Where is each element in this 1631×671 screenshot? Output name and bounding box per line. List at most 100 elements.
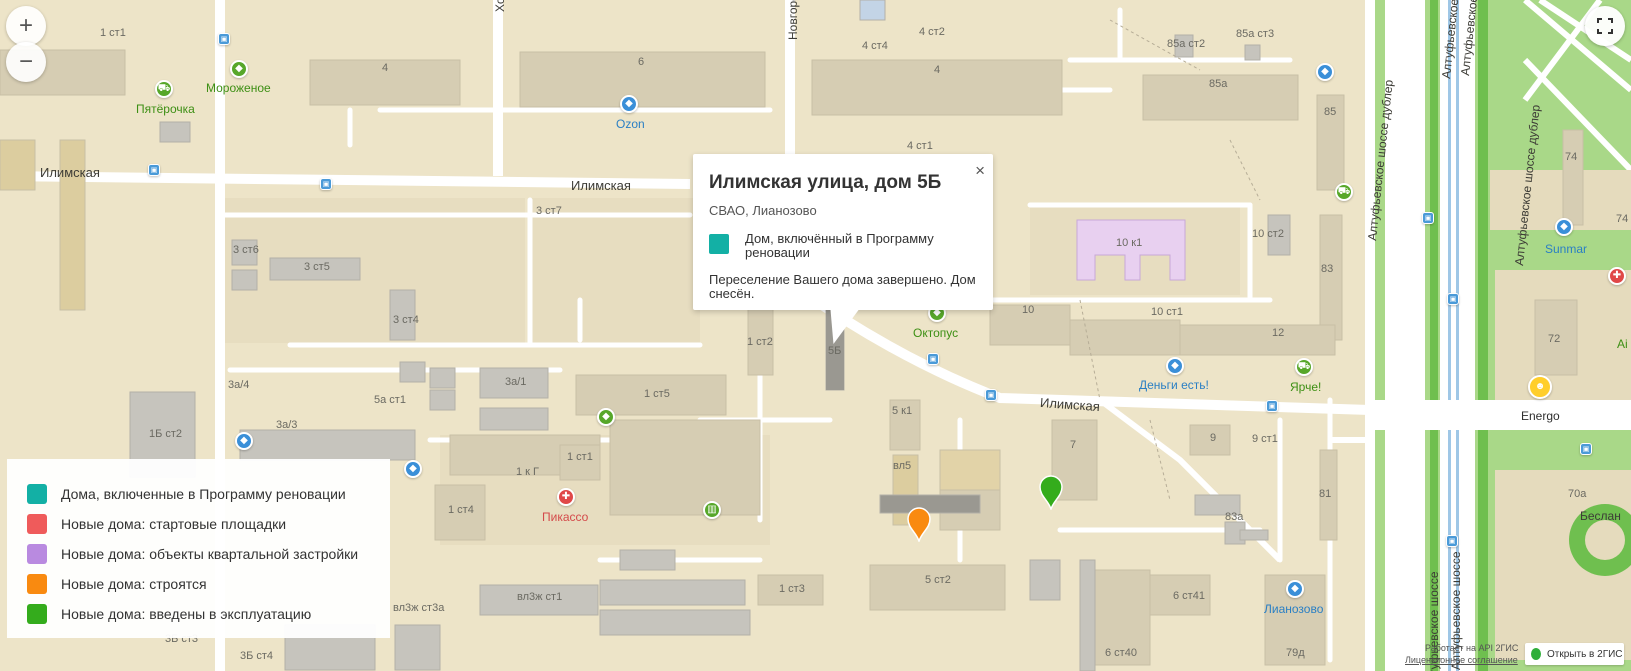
poi-label-oktopus[interactable]: Октопус bbox=[913, 327, 958, 339]
bldg-label: 10 к1 bbox=[1116, 237, 1143, 249]
legend-item-start-sites: Новые дома: стартовые площадки bbox=[27, 509, 390, 539]
bldg-label: 5 ст2 bbox=[925, 574, 951, 586]
bldg-label: 5Б bbox=[828, 345, 842, 357]
bldg-label: 3 ст5 bbox=[304, 261, 330, 273]
legend-item-block-development: Новые дома: объекты квартальной застройк… bbox=[27, 539, 390, 569]
building-info-popup: × Илимская улица, дом 5Б СВАО, Лианозово… bbox=[693, 154, 993, 310]
diamond-icon[interactable]: ◆ bbox=[1166, 357, 1184, 375]
diamond-icon[interactable]: ◆ bbox=[1555, 218, 1573, 236]
bus-stop-icon[interactable]: ▣ bbox=[1580, 443, 1592, 455]
bldg-label: 10 ст2 bbox=[1252, 228, 1284, 240]
bldg-label: 1 ст3 bbox=[779, 583, 805, 595]
bldg-label: 85а ст2 bbox=[1167, 38, 1206, 50]
close-icon[interactable]: × bbox=[975, 161, 985, 181]
bus-stop-icon[interactable]: ▣ bbox=[1266, 400, 1278, 412]
marker-green-pin bbox=[1039, 475, 1063, 510]
zoom-in-button[interactable]: + bbox=[6, 6, 46, 46]
bldg-label: 3 ст7 bbox=[536, 205, 562, 217]
license-link[interactable]: Лицензионное соглашение bbox=[1405, 655, 1518, 665]
plus-icon: + bbox=[18, 12, 33, 39]
api-attribution-link[interactable]: Работает на API 2ГИС bbox=[1425, 643, 1518, 653]
diamond-icon[interactable]: ◆ bbox=[597, 408, 615, 426]
street-label-ilimskaya: Илимская bbox=[571, 178, 631, 193]
legend-label: Новые дома: введены в эксплуатацию bbox=[61, 606, 312, 622]
bldg-label: 10 bbox=[1022, 304, 1035, 316]
fullscreen-button[interactable] bbox=[1585, 6, 1625, 46]
diamond-icon[interactable]: ◆ bbox=[230, 60, 248, 78]
zoom-out-button[interactable]: − bbox=[6, 42, 46, 82]
diamond-icon[interactable]: ◆ bbox=[620, 95, 638, 113]
bldg-label: 5а ст1 bbox=[374, 394, 406, 406]
highway bbox=[1375, 0, 1631, 671]
poi-label-dengi-est[interactable]: Деньги есть! bbox=[1139, 379, 1209, 391]
bus-stop-icon[interactable]: ▣ bbox=[1422, 212, 1434, 224]
bldg-label: 4 bbox=[382, 62, 389, 74]
popup-category: Дом, включённый в Программу реновации bbox=[709, 232, 977, 260]
bldg-label: 9 bbox=[1210, 432, 1217, 444]
bldg-label: 3 ст6 bbox=[233, 244, 259, 256]
bus-stop-icon[interactable]: ▣ bbox=[218, 33, 230, 45]
poi-label-yarche[interactable]: Ярче! bbox=[1290, 381, 1321, 393]
bldg-label: 3 ст4 bbox=[393, 314, 419, 326]
poi-label-morozhenoe[interactable]: Мороженое bbox=[206, 82, 271, 94]
open-in-2gis-label: Открыть в 2ГИС bbox=[1547, 648, 1623, 660]
pharmacy-icon[interactable]: ✚ bbox=[1608, 267, 1626, 285]
fullscreen-icon bbox=[1597, 18, 1613, 34]
poi-label-aibolit[interactable]: Аі bbox=[1617, 338, 1628, 350]
bldg-label: 79д bbox=[1286, 647, 1305, 659]
bldg-label: 85 bbox=[1324, 106, 1337, 118]
chart-icon[interactable]: ▥ bbox=[703, 501, 721, 519]
bus-stop-icon[interactable]: ▣ bbox=[1446, 535, 1458, 547]
poi-label-ozon[interactable]: Ozon bbox=[616, 118, 645, 130]
poi-label-lianozovo[interactable]: Лианозово bbox=[1264, 603, 1323, 615]
shop-cart-icon[interactable]: ⛟ bbox=[155, 80, 173, 98]
poi-label-sunmar[interactable]: Sunmar bbox=[1545, 243, 1587, 255]
diamond-icon[interactable]: ◆ bbox=[1286, 580, 1304, 598]
bldg-label: 5 к1 bbox=[892, 405, 913, 417]
legend-label: Новые дома: стартовые площадки bbox=[61, 516, 287, 532]
2gis-logo-icon bbox=[1531, 648, 1541, 660]
marker-under-construction[interactable] bbox=[906, 506, 932, 542]
marker-commissioned[interactable] bbox=[1038, 474, 1064, 510]
bus-stop-icon[interactable]: ▣ bbox=[148, 164, 160, 176]
bus-stop-icon[interactable]: ▣ bbox=[1447, 293, 1459, 305]
street-label-novgorodskaya: Новгородская bbox=[786, 0, 800, 40]
bldg-label: 70а bbox=[1568, 488, 1587, 500]
street-label-khor: Хо bbox=[493, 0, 507, 12]
poi-label-pikasso[interactable]: Пикассо bbox=[542, 511, 588, 523]
popup-category-label: Дом, включённый в Программу реновации bbox=[745, 231, 934, 260]
bldg-label: 85а ст3 bbox=[1236, 28, 1275, 40]
diamond-icon[interactable]: ◆ bbox=[1316, 63, 1334, 81]
chicken-mascot-icon[interactable]: ☻ bbox=[1528, 375, 1552, 399]
bldg-label: 83 bbox=[1321, 263, 1334, 275]
street-label-ilimskaya: Илимская bbox=[1039, 394, 1101, 415]
bldg-label: 85а bbox=[1209, 78, 1228, 90]
bus-stop-icon[interactable]: ▣ bbox=[927, 353, 939, 365]
open-in-2gis-button[interactable]: Открыть в 2ГИС bbox=[1525, 643, 1624, 665]
bldg-label: 4 bbox=[934, 64, 941, 76]
hospital-icon[interactable]: ✚ bbox=[557, 488, 575, 506]
diamond-icon[interactable]: ◆ bbox=[235, 432, 253, 450]
bldg-label: 4 ст2 bbox=[919, 26, 945, 38]
bldg-label: 6 bbox=[638, 56, 645, 68]
shop-cart-icon[interactable]: ⛟ bbox=[1295, 358, 1313, 376]
legend-item-renovation: Дома, включенные в Программу реновации bbox=[27, 479, 390, 509]
bldg-label: 1Б ст2 bbox=[149, 428, 183, 440]
bldg-label: вл5 bbox=[893, 460, 912, 472]
bus-stop-icon[interactable]: ▣ bbox=[320, 178, 332, 190]
legend-swatch bbox=[27, 604, 47, 624]
bldg-label: 1 к Г bbox=[516, 466, 539, 478]
legend-swatch bbox=[27, 514, 47, 534]
bldg-label: 6 ст40 bbox=[1105, 647, 1137, 659]
bldg-label: 4 ст1 bbox=[907, 140, 933, 152]
poi-label-pyaterochka[interactable]: Пятёрочка bbox=[136, 103, 195, 115]
bus-stop-icon[interactable]: ▣ bbox=[985, 389, 997, 401]
shop-cart-icon[interactable]: ⛟ bbox=[1335, 183, 1353, 201]
popup-category-swatch bbox=[709, 234, 729, 254]
bldg-label: 3а/1 bbox=[505, 376, 527, 388]
bldg-label: 4 ст4 bbox=[862, 40, 888, 52]
bldg-label: 83а bbox=[1225, 511, 1244, 523]
street-label-beslan: Беслан bbox=[1580, 509, 1621, 523]
diamond-icon[interactable]: ◆ bbox=[404, 460, 422, 478]
poi-label-energo[interactable]: Energo bbox=[1521, 410, 1560, 422]
